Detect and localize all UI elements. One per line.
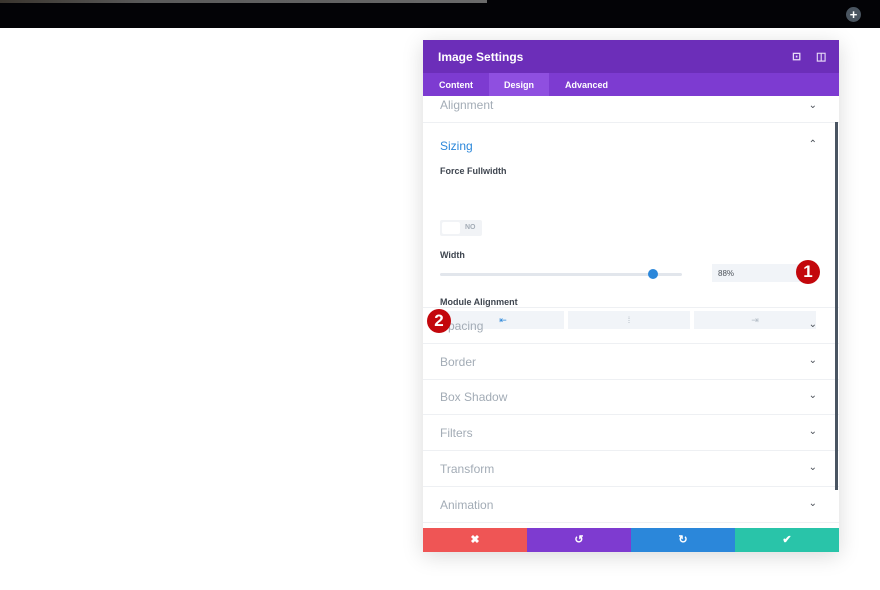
settings-body: Alignment ⌄ Sizing ⌃ Force Fullwidth NO … <box>423 96 839 528</box>
panel-footer: ✖ ↺ ↻ ✔ <box>423 528 839 552</box>
chevron-down-icon: ⌄ <box>808 100 817 111</box>
width-input[interactable]: 88% <box>712 264 802 282</box>
chevron-down-icon: ⌄ <box>808 319 817 330</box>
save-button[interactable]: ✔ <box>735 528 839 552</box>
toggle-knob <box>442 222 460 234</box>
chevron-down-icon: ⌄ <box>808 461 817 473</box>
chevron-up-icon[interactable]: ⌃ <box>809 139 817 150</box>
chevron-down-icon: ⌄ <box>808 390 817 402</box>
panel-title: Image Settings <box>438 50 524 64</box>
fullscreen-icon[interactable]: ⊡ <box>792 50 801 63</box>
tab-bar: Content Design Advanced <box>423 73 839 96</box>
section-title: Border <box>440 354 477 369</box>
plus-icon[interactable]: + <box>846 7 861 22</box>
section-title[interactable]: Sizing <box>440 139 473 153</box>
annotation-badge-1: 1 <box>796 260 820 284</box>
section-box-shadow[interactable]: Box Shadow ⌄ <box>423 379 839 416</box>
width-slider[interactable] <box>440 269 682 279</box>
undo-button[interactable]: ↺ <box>527 528 631 552</box>
undo-icon: ↺ <box>574 534 584 546</box>
image-strip <box>0 0 487 3</box>
section-title: Alignment <box>440 98 494 112</box>
force-fullwidth-toggle[interactable]: NO <box>440 220 482 236</box>
section-title: Transform <box>440 461 495 476</box>
toggle-value: NO <box>465 224 476 231</box>
chevron-down-icon: ⌄ <box>808 426 817 438</box>
section-title: Filters <box>440 426 473 441</box>
redo-button[interactable]: ↻ <box>631 528 735 552</box>
slider-thumb[interactable] <box>647 269 658 279</box>
section-title: Box Shadow <box>440 390 508 405</box>
cancel-button[interactable]: ✖ <box>423 528 527 552</box>
top-bar: + <box>0 0 880 28</box>
width-label: Width <box>440 250 465 260</box>
module-alignment-label: Module Alignment <box>440 297 518 307</box>
redo-icon: ↻ <box>678 534 688 546</box>
section-title: Animation <box>440 497 494 512</box>
image-settings-panel: Image Settings ⊡ ◫ Content Design Advanc… <box>423 40 839 552</box>
check-icon: ✔ <box>782 534 792 546</box>
section-filters[interactable]: Filters ⌄ <box>423 415 839 452</box>
annotation-badge-2: 2 <box>427 309 451 333</box>
section-transform[interactable]: Transform ⌄ <box>423 451 839 487</box>
scrollbar[interactable] <box>835 122 838 490</box>
tab-advanced[interactable]: Advanced <box>549 73 624 96</box>
panel-header: Image Settings ⊡ ◫ <box>423 40 839 73</box>
section-alignment[interactable]: Alignment ⌄ <box>423 96 839 123</box>
section-border[interactable]: Border ⌄ <box>423 344 839 380</box>
tab-design[interactable]: Design <box>489 73 550 96</box>
sidebar-toggle-icon[interactable]: ◫ <box>816 50 826 63</box>
tab-content[interactable]: Content <box>423 73 489 96</box>
section-spacing[interactable]: Spacing ⌄ <box>423 308 839 344</box>
section-animation[interactable]: Animation ⌄ <box>423 487 839 523</box>
force-fullwidth-label: Force Fullwidth <box>440 166 507 176</box>
close-icon: ✖ <box>470 534 480 546</box>
chevron-down-icon: ⌄ <box>808 354 817 366</box>
chevron-down-icon: ⌄ <box>808 497 817 509</box>
